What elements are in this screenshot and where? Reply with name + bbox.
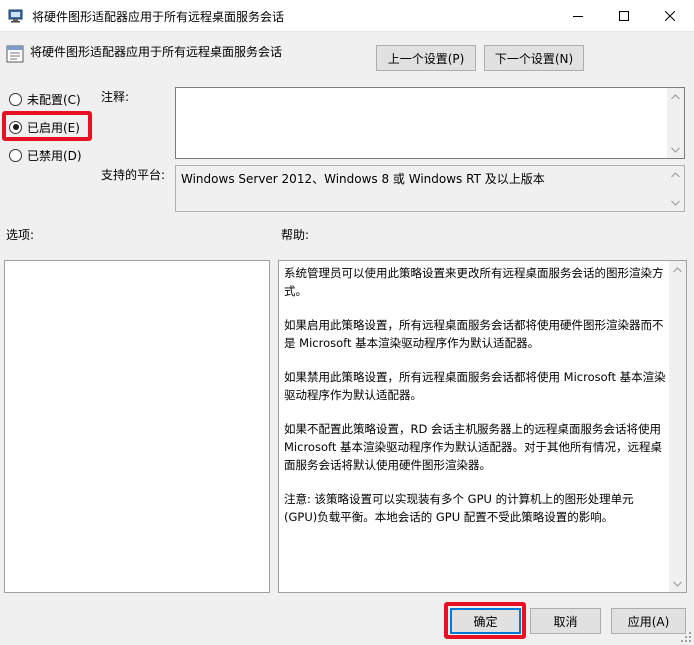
- radio-enabled[interactable]: 已启用(E): [9, 118, 80, 136]
- radio-label: 已禁用(D): [27, 148, 82, 163]
- minimize-icon: [573, 16, 583, 17]
- cancel-button[interactable]: 取消: [530, 608, 601, 634]
- scroll-up-icon[interactable]: [667, 88, 684, 105]
- platform-scrollbar[interactable]: [667, 166, 684, 211]
- scroll-down-icon[interactable]: [667, 141, 684, 158]
- platform-label: 支持的平台:: [101, 168, 166, 182]
- apply-button[interactable]: 应用(A): [611, 608, 686, 634]
- policy-setting-icon: [6, 45, 24, 63]
- resize-grip-icon[interactable]: [680, 631, 692, 643]
- options-label: 选项:: [6, 228, 35, 242]
- window-title: 将硬件图形适配器应用于所有远程桌面服务会话: [32, 10, 285, 24]
- help-paragraph: 系统管理员可以使用此策略设置来更改所有远程桌面服务会话的图形渲染方式。: [284, 266, 664, 298]
- close-button[interactable]: [647, 0, 693, 32]
- scroll-down-icon[interactable]: [669, 575, 686, 592]
- help-text: 系统管理员可以使用此策略设置来更改所有远程桌面服务会话的图形渲染方式。 如果启用…: [284, 264, 666, 542]
- radio-label: 已启用(E): [27, 120, 80, 135]
- help-scrollbar[interactable]: [669, 261, 686, 592]
- help-pane: 系统管理员可以使用此策略设置来更改所有远程桌面服务会话的图形渲染方式。 如果启用…: [278, 260, 687, 593]
- comment-label: 注释:: [101, 90, 130, 104]
- scroll-up-icon[interactable]: [669, 261, 686, 278]
- radio-not-configured[interactable]: 未配置(C): [9, 90, 81, 108]
- title-bar: 将硬件图形适配器应用于所有远程桌面服务会话: [0, 0, 694, 32]
- scroll-down-icon[interactable]: [667, 194, 684, 211]
- policy-title: 将硬件图形适配器应用于所有远程桌面服务会话: [30, 45, 283, 59]
- radio-disabled[interactable]: 已禁用(D): [9, 146, 82, 164]
- platform-field: Windows Server 2012、Windows 8 或 Windows …: [175, 165, 685, 212]
- policy-editor-icon: [8, 9, 23, 23]
- scroll-up-icon[interactable]: [667, 166, 684, 183]
- next-setting-button[interactable]: 下一个设置(N): [484, 45, 584, 71]
- help-paragraph: 如果禁用此策略设置，所有远程桌面服务会话都将使用 Microsoft 基本渲染驱…: [284, 370, 666, 402]
- maximize-icon: [619, 11, 629, 21]
- comment-scrollbar[interactable]: [667, 88, 684, 158]
- radio-button[interactable]: [9, 92, 22, 106]
- radio-button[interactable]: [9, 148, 22, 162]
- options-pane: [4, 260, 270, 593]
- previous-setting-button[interactable]: 上一个设置(P): [376, 45, 476, 71]
- minimize-button[interactable]: [555, 0, 601, 32]
- help-paragraph: 如果启用此策略设置，所有远程桌面服务会话都将使用硬件图形渲染器而不是 Micro…: [284, 318, 664, 350]
- ok-button[interactable]: 确定: [450, 608, 521, 634]
- maximize-button[interactable]: [601, 0, 647, 32]
- comment-textarea[interactable]: [175, 87, 685, 159]
- help-label: 帮助:: [281, 228, 310, 242]
- help-paragraph: 如果不配置此策略设置，RD 会话主机服务器上的远程桌面服务会话将使用 Micro…: [284, 422, 662, 472]
- close-icon: [665, 11, 675, 21]
- radio-label: 未配置(C): [27, 92, 81, 107]
- radio-button-checked[interactable]: [9, 120, 22, 134]
- help-paragraph: 注意: 该策略设置可以实现装有多个 GPU 的计算机上的图形处理单元(GPU)负…: [284, 492, 634, 524]
- platform-value: Windows Server 2012、Windows 8 或 Windows …: [181, 172, 545, 186]
